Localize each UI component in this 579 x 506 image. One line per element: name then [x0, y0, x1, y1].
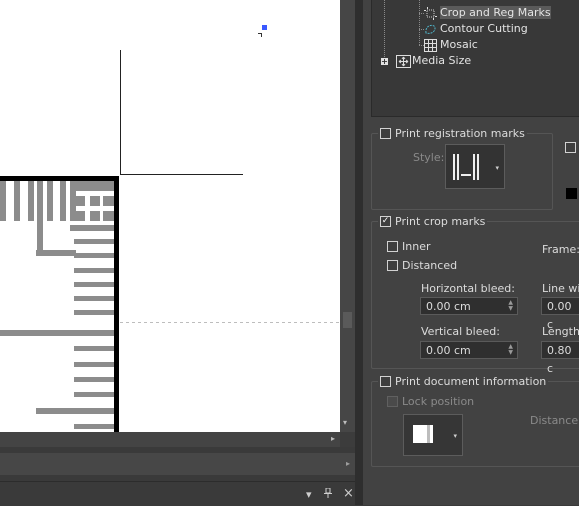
- spin-arrows-icon[interactable]: ▲ ▼: [508, 344, 513, 356]
- page-position-icon: [413, 425, 433, 443]
- docinfo-checkbox-row[interactable]: Print document information: [378, 375, 549, 388]
- tree-item-mosaic[interactable]: Mosaic: [424, 37, 478, 53]
- color-bar-top: [0, 181, 114, 256]
- chevron-down-icon: ▾: [453, 432, 457, 440]
- distance-label: Distance:: [530, 414, 579, 427]
- media-size-icon: [396, 54, 411, 68]
- vertical-scrollbar[interactable]: ▾: [340, 0, 355, 432]
- crop-reg-marks-icon: [424, 6, 437, 20]
- color-swatch[interactable]: [566, 188, 577, 199]
- scroll-thumb[interactable]: [343, 312, 352, 328]
- scroll-right-arrow[interactable]: ▸: [346, 459, 350, 468]
- vertical-bleed-input[interactable]: 0.00 cm ▲ ▼: [420, 341, 518, 359]
- crop-marks-preview: [0, 25, 340, 432]
- inner-row[interactable]: Inner: [387, 240, 430, 253]
- scroll-right-arrow[interactable]: ▸: [331, 434, 335, 443]
- frame-label: Frame:: [542, 243, 579, 256]
- print-document-info-checkbox[interactable]: [380, 375, 391, 387]
- expand-icon[interactable]: +: [381, 58, 388, 66]
- page-border-right: [114, 176, 119, 432]
- lock-position-checkbox: [387, 395, 398, 407]
- inner-checkbox[interactable]: [387, 240, 398, 252]
- scroll-down-arrow[interactable]: ▾: [343, 418, 347, 427]
- mosaic-icon: [424, 38, 437, 52]
- horizontal-scrollbar[interactable]: ▸: [0, 432, 340, 447]
- print-options-panel: Crop and Reg Marks Contour Cutting Mosai…: [363, 0, 579, 505]
- tree-item-media-size[interactable]: Media Size: [396, 53, 471, 69]
- tree-item-crop-and-reg-marks[interactable]: Crop and Reg Marks: [424, 5, 551, 21]
- lock-position-row: Lock position: [387, 395, 474, 408]
- dropdown-icon[interactable]: ▾: [306, 488, 312, 501]
- page-border-top: [0, 176, 119, 181]
- chevron-down-icon: ▾: [495, 163, 499, 172]
- distanced-checkbox[interactable]: [387, 259, 398, 271]
- tree-lines: [384, 0, 425, 58]
- registration-checkbox-row[interactable]: Print registration marks: [378, 127, 527, 140]
- length-label: Length:: [542, 325, 579, 338]
- prepress-tree: Crop and Reg Marks Contour Cutting Mosai…: [371, 0, 579, 117]
- vertical-bleed-label: Vertical bleed:: [421, 325, 500, 338]
- pin-icon[interactable]: [324, 487, 332, 501]
- secondary-scrollbar[interactable]: ▸: [0, 453, 355, 475]
- registration-style-icon: [453, 154, 479, 180]
- close-icon[interactable]: ×: [343, 486, 354, 501]
- horizontal-bleed-input[interactable]: 0.00 cm ▲ ▼: [420, 297, 518, 315]
- panel-splitter[interactable]: [355, 0, 363, 505]
- print-crop-marks-checkbox[interactable]: ✓: [380, 215, 391, 227]
- scroll-corner: [340, 432, 355, 447]
- tree-item-contour-cutting[interactable]: Contour Cutting: [424, 21, 528, 37]
- style-label: Style:: [413, 151, 445, 164]
- line-width-label: Line wic: [542, 282, 579, 295]
- distanced-row[interactable]: Distanced: [387, 259, 457, 272]
- print-registration-checkbox[interactable]: [380, 127, 391, 139]
- registration-style-button[interactable]: ▾: [445, 144, 505, 189]
- corner-handle: [262, 25, 267, 30]
- horizontal-bleed-label: Horizontal bleed:: [421, 282, 515, 295]
- line-width-input[interactable]: 0.00 c: [541, 297, 579, 331]
- extra-option-checkbox[interactable]: [565, 142, 576, 153]
- document-info-style-button[interactable]: ▾: [403, 414, 463, 456]
- length-input[interactable]: 0.80 c: [541, 341, 579, 375]
- crop-checkbox-row[interactable]: ✓ Print crop marks: [378, 215, 488, 228]
- preview-canvas[interactable]: [0, 0, 340, 432]
- spin-arrows-icon[interactable]: ▲ ▼: [508, 300, 513, 312]
- contour-cutting-icon: [424, 23, 437, 36]
- docker-title-bar: ▾ ×: [0, 481, 362, 506]
